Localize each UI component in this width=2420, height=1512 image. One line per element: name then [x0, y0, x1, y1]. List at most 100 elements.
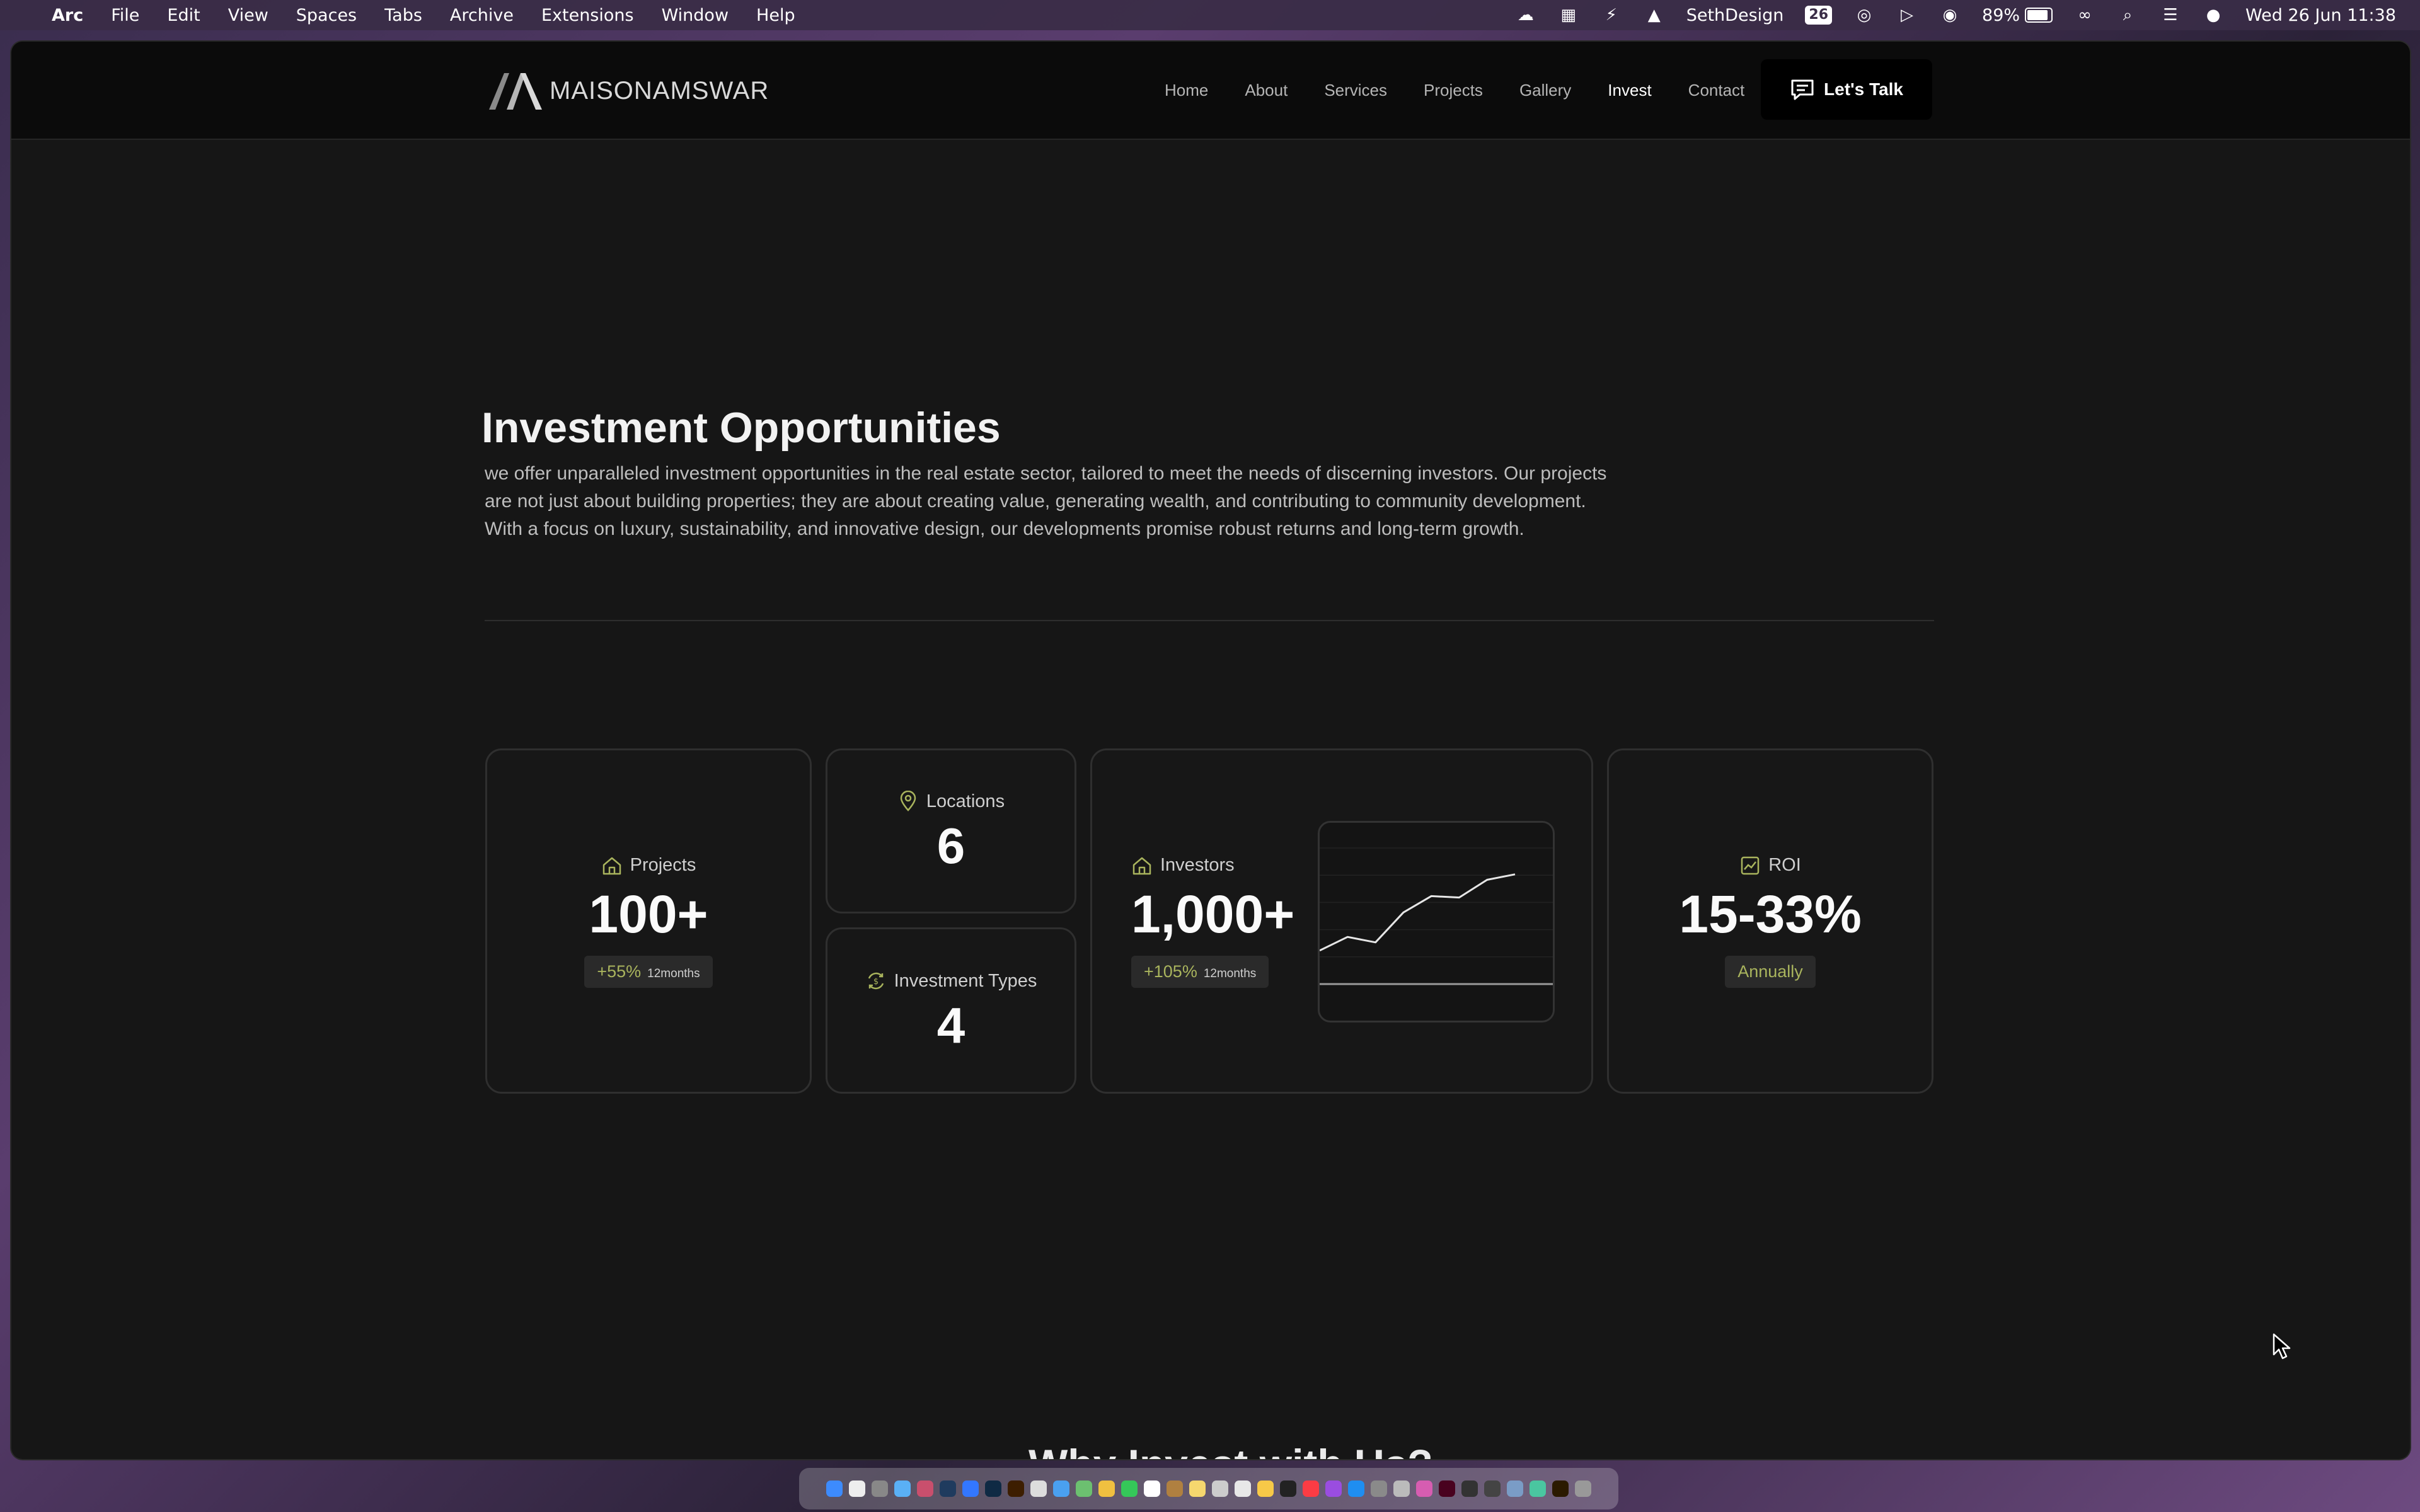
lets-talk-button[interactable]: Let's Talk — [1761, 59, 1932, 120]
photos-icon[interactable] — [1098, 1480, 1115, 1497]
locations-stat-card: Locations 6 — [826, 748, 1076, 914]
main-nav: Home About Services Projects Gallery Inv… — [1165, 81, 1781, 100]
app-icon[interactable] — [1461, 1480, 1478, 1497]
sync-icon[interactable]: ◎ — [1853, 6, 1875, 25]
projects-label: Projects — [630, 855, 696, 875]
menu-extensions[interactable]: Extensions — [541, 6, 634, 25]
trash-icon[interactable] — [1575, 1480, 1591, 1497]
menu-spaces[interactable]: Spaces — [296, 6, 357, 25]
menu-edit[interactable]: Edit — [167, 6, 200, 25]
home-icon — [602, 857, 621, 874]
link-icon[interactable]: ∞ — [2074, 6, 2095, 25]
menu-window[interactable]: Window — [662, 6, 729, 25]
finder-icon[interactable] — [826, 1480, 843, 1497]
search-icon[interactable]: ⌕ — [2117, 6, 2138, 25]
app-status-icon[interactable]: ▲ — [1644, 6, 1665, 25]
menubar-clock[interactable]: Wed 26 Jun 11:38 — [2245, 6, 2396, 25]
app-icon[interactable] — [1235, 1480, 1251, 1497]
cloud-status-icon[interactable]: ☁ — [1515, 6, 1536, 25]
investors-trend-chart — [1318, 821, 1555, 1022]
indesign-icon[interactable] — [1439, 1480, 1455, 1497]
siri-icon[interactable]: ● — [2203, 6, 2224, 25]
photoshop-icon[interactable] — [985, 1480, 1001, 1497]
nav-gallery[interactable]: Gallery — [1519, 81, 1571, 100]
illustrator-icon[interactable] — [1008, 1480, 1024, 1497]
svg-text:$: $ — [873, 977, 878, 987]
facetime-icon[interactable] — [1121, 1480, 1138, 1497]
nav-services[interactable]: Services — [1324, 81, 1387, 100]
app-icon[interactable] — [1507, 1480, 1523, 1497]
mail-icon[interactable] — [1053, 1480, 1069, 1497]
launchpad-icon[interactable] — [872, 1480, 888, 1497]
projects-growth-badge: +55% 12months — [584, 955, 713, 988]
logo-text: MAISONAMSWAR — [550, 76, 769, 105]
arc-icon[interactable] — [962, 1480, 979, 1497]
nav-projects[interactable]: Projects — [1424, 81, 1483, 100]
app-icon[interactable] — [1030, 1480, 1047, 1497]
roi-stat-card: ROI 15-33% Annually — [1607, 748, 1933, 1094]
locations-value: 6 — [936, 818, 965, 874]
investors-value: 1,000+ — [1131, 884, 1295, 944]
appstore-icon[interactable] — [1348, 1480, 1364, 1497]
projects-growth: +55% — [597, 961, 642, 981]
app-icon[interactable] — [1530, 1480, 1546, 1497]
podcasts-icon[interactable] — [1325, 1480, 1342, 1497]
app-icon[interactable] — [1393, 1480, 1410, 1497]
chat-bubble-icon — [1791, 79, 1814, 100]
site-logo[interactable]: MAISONAMSWAR — [488, 71, 769, 111]
appletv-icon[interactable] — [1280, 1480, 1296, 1497]
app-icon[interactable] — [1416, 1480, 1432, 1497]
calendar-icon[interactable] — [1144, 1480, 1160, 1497]
roi-period-badge: Annually — [1725, 955, 1816, 988]
roi-value: 15-33% — [1679, 884, 1862, 944]
calendar-date-badge[interactable]: 26 — [1805, 6, 1833, 25]
play-icon[interactable]: ▷ — [1896, 6, 1918, 25]
app-icon[interactable] — [1167, 1480, 1183, 1497]
app-icon[interactable] — [1257, 1480, 1274, 1497]
notes-icon[interactable] — [1189, 1480, 1206, 1497]
mouse-cursor-icon — [2273, 1333, 2291, 1360]
refresh-dollar-icon: $ — [868, 972, 884, 990]
app-menu[interactable]: Arc — [52, 6, 83, 25]
nav-home[interactable]: Home — [1165, 81, 1208, 100]
settings-icon[interactable] — [1371, 1480, 1387, 1497]
nav-about[interactable]: About — [1245, 81, 1288, 100]
macos-menu-bar: Arc File Edit View Spaces Tabs Archive E… — [0, 0, 2420, 30]
home-icon — [1132, 857, 1151, 874]
safari-icon[interactable] — [894, 1480, 911, 1497]
menu-tabs[interactable]: Tabs — [384, 6, 422, 25]
app-icon[interactable] — [917, 1480, 933, 1497]
notion-icon[interactable] — [849, 1480, 865, 1497]
app-icon[interactable] — [1484, 1480, 1501, 1497]
investment-types-stat-card: $ Investment Types 4 — [826, 927, 1076, 1094]
menubar-user[interactable]: SethDesign — [1686, 6, 1784, 25]
maps-icon[interactable] — [1076, 1480, 1092, 1497]
nav-contact[interactable]: Contact — [1688, 81, 1745, 100]
nav-invest[interactable]: Invest — [1608, 81, 1651, 100]
intro-paragraph: we offer unparalleled investment opportu… — [485, 463, 1607, 539]
app-icon[interactable] — [1212, 1480, 1228, 1497]
menu-archive[interactable]: Archive — [450, 6, 514, 25]
site-header: MAISONAMSWAR Home About Services Project… — [11, 42, 2410, 140]
browser-window: MAISONAMSWAR Home About Services Project… — [11, 42, 2410, 1459]
lets-talk-label: Let's Talk — [1824, 79, 1903, 99]
calendar-icon[interactable]: ▦ — [1558, 6, 1579, 25]
logo-mark-icon — [489, 73, 542, 110]
user-circle-icon[interactable]: ◉ — [1939, 6, 1961, 25]
app-icon[interactable] — [940, 1480, 956, 1497]
menu-view[interactable]: View — [228, 6, 268, 25]
projects-stat-card: Projects 100+ +55% 12months — [485, 748, 812, 1094]
section-divider — [485, 620, 1934, 621]
menu-help[interactable]: Help — [756, 6, 795, 25]
investors-trend-line — [1320, 873, 1516, 952]
bolt-icon[interactable]: ⚡ — [1601, 6, 1622, 25]
investors-period: 12months — [1203, 966, 1257, 980]
battery-status[interactable]: 89% — [1982, 6, 2053, 25]
battery-percent: 89% — [1982, 5, 2020, 25]
menu-file[interactable]: File — [111, 6, 139, 25]
music-icon[interactable] — [1303, 1480, 1319, 1497]
control-center-icon[interactable]: ☰ — [2160, 6, 2181, 25]
locations-label: Locations — [926, 791, 1005, 811]
bridge-icon[interactable] — [1552, 1480, 1569, 1497]
trend-chart-svg — [1320, 847, 1553, 985]
